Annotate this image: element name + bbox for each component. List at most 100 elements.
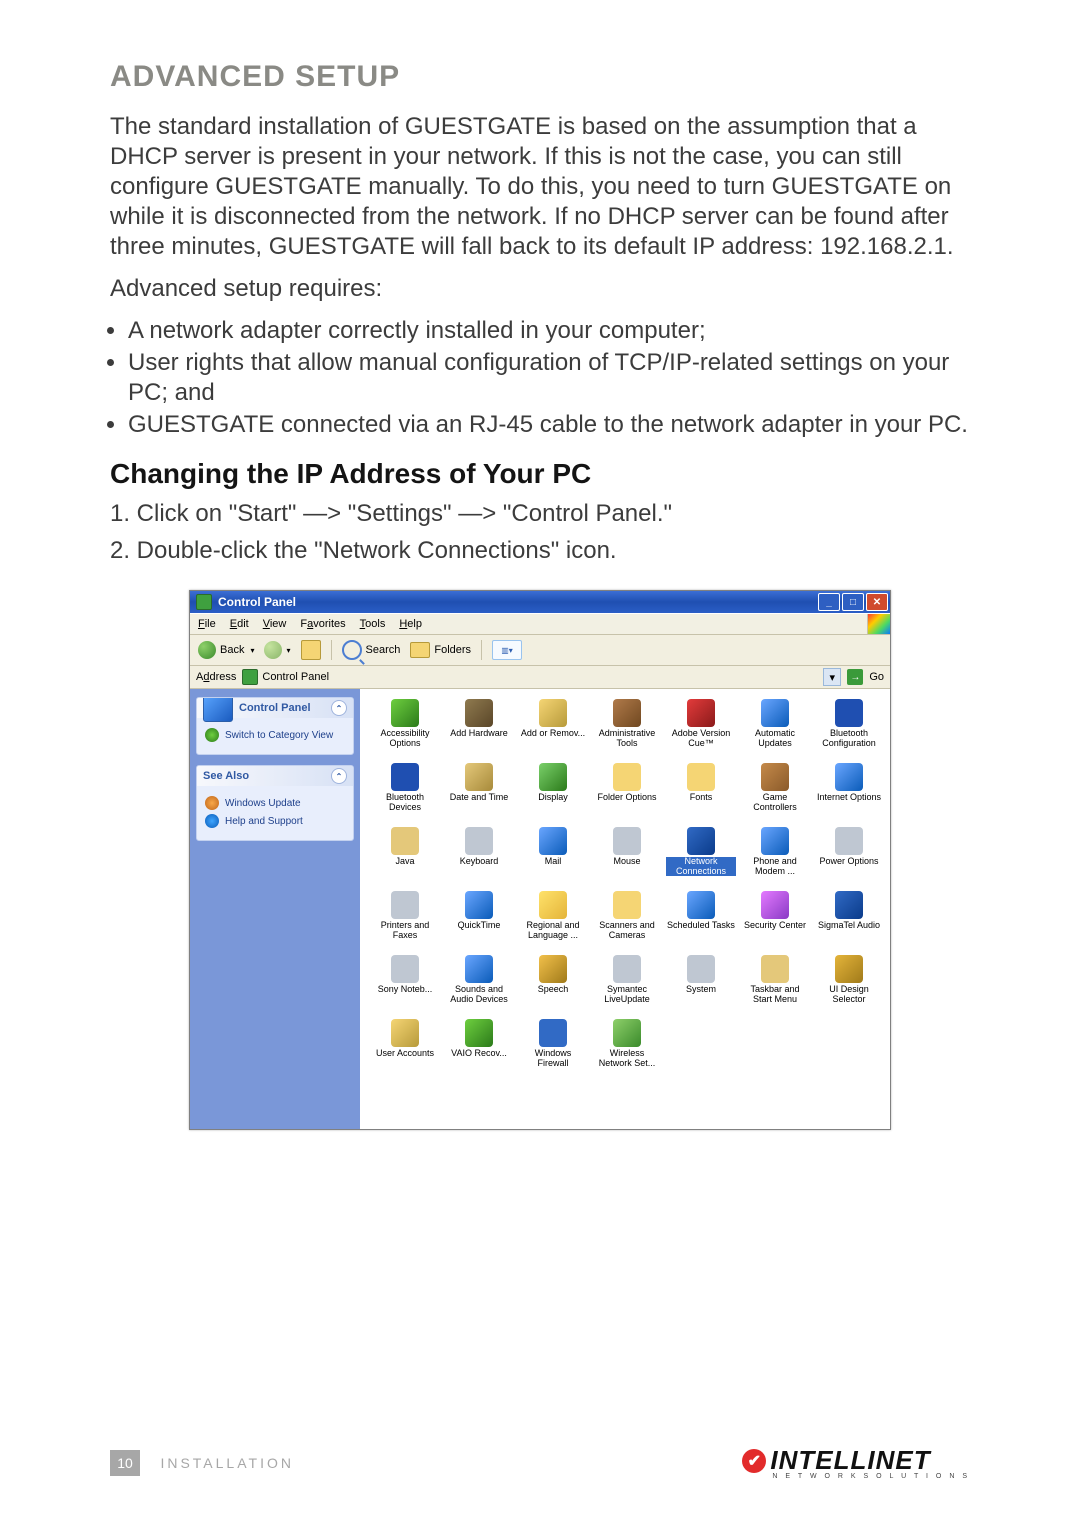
brand-subtitle: N E T W O R K S O L U T I O N S xyxy=(772,1473,970,1480)
cp-item-taskbar-and-start-menu[interactable]: Taskbar and Start Menu xyxy=(740,955,810,1013)
cp-item-automatic-updates[interactable]: Automatic Updates xyxy=(740,699,810,757)
windows-flag-icon xyxy=(867,614,890,634)
cp-item-regional-and-language[interactable]: Regional and Language ... xyxy=(518,891,588,949)
cp-item-add-or-remov[interactable]: Add or Remov... xyxy=(518,699,588,757)
cp-item-quicktime[interactable]: QuickTime xyxy=(444,891,514,949)
cp-item-icon xyxy=(613,827,641,855)
sidebar-panel2-title: See Also xyxy=(203,770,249,782)
menu-file[interactable]: File xyxy=(198,618,216,630)
cp-item-accessibility-options[interactable]: Accessibility Options xyxy=(370,699,440,757)
address-dropdown[interactable]: ▾ xyxy=(823,668,841,686)
cp-item-label: Sony Noteb... xyxy=(378,985,433,994)
close-button[interactable]: ✕ xyxy=(866,593,888,611)
go-button[interactable]: → xyxy=(847,669,863,685)
maximize-button[interactable]: □ xyxy=(842,593,864,611)
cp-item-scheduled-tasks[interactable]: Scheduled Tasks xyxy=(666,891,736,949)
cp-item-internet-options[interactable]: Internet Options xyxy=(814,763,884,821)
cp-item-sony-noteb[interactable]: Sony Noteb... xyxy=(370,955,440,1013)
cp-item-scanners-and-cameras[interactable]: Scanners and Cameras xyxy=(592,891,662,949)
cp-item-icon xyxy=(539,955,567,983)
intro-text: The standard installation of GUESTGATE i… xyxy=(110,112,970,262)
window-title: Control Panel xyxy=(218,595,296,609)
cp-item-sounds-and-audio-devices[interactable]: Sounds and Audio Devices xyxy=(444,955,514,1013)
cp-item-game-controllers[interactable]: Game Controllers xyxy=(740,763,810,821)
cp-item-network-connections[interactable]: Network Connections xyxy=(666,827,736,885)
cp-item-user-accounts[interactable]: User Accounts xyxy=(370,1019,440,1077)
cp-item-administrative-tools[interactable]: Administrative Tools xyxy=(592,699,662,757)
cp-item-label: User Accounts xyxy=(376,1049,434,1058)
cp-item-icon xyxy=(465,955,493,983)
cp-item-ui-design-selector[interactable]: UI Design Selector xyxy=(814,955,884,1013)
step-text: 1. Click on "Start" —> "Settings" —> "Co… xyxy=(110,498,970,529)
cp-item-label: Display xyxy=(538,793,568,802)
cp-item-mail[interactable]: Mail xyxy=(518,827,588,885)
collapse-icon[interactable]: ⌃ xyxy=(331,768,347,784)
cp-item-sigmatel-audio[interactable]: SigmaTel Audio xyxy=(814,891,884,949)
cp-item-icon xyxy=(613,699,641,727)
cp-item-vaio-recov[interactable]: VAIO Recov... xyxy=(444,1019,514,1077)
cp-item-icon xyxy=(391,699,419,727)
cp-item-keyboard[interactable]: Keyboard xyxy=(444,827,514,885)
cp-item-folder-options[interactable]: Folder Options xyxy=(592,763,662,821)
up-button[interactable] xyxy=(301,640,321,660)
cp-item-label: Add Hardware xyxy=(450,729,508,738)
control-panel-icon xyxy=(196,594,212,610)
cp-item-system[interactable]: System xyxy=(666,955,736,1013)
cp-item-security-center[interactable]: Security Center xyxy=(740,891,810,949)
forward-button[interactable]: ▾ xyxy=(264,641,290,659)
cp-item-adobe-version-cue[interactable]: Adobe Version Cue™ xyxy=(666,699,736,757)
minimize-button[interactable]: _ xyxy=(818,593,840,611)
cp-item-label: Phone and Modem ... xyxy=(741,857,809,876)
cp-item-icon xyxy=(391,1019,419,1047)
cp-item-symantec-liveupdate[interactable]: Symantec LiveUpdate xyxy=(592,955,662,1013)
control-panel-head-icon xyxy=(203,697,233,722)
back-button[interactable]: Back▾ xyxy=(198,641,254,659)
help-support-link[interactable]: Help and Support xyxy=(205,814,345,828)
cp-item-windows-firewall[interactable]: Windows Firewall xyxy=(518,1019,588,1077)
section-title: ADVANCED SETUP xyxy=(110,60,970,94)
cp-item-icon xyxy=(761,763,789,791)
address-field[interactable]: Control Panel xyxy=(242,669,329,685)
footer-left: 10 INSTALLATION xyxy=(110,1450,294,1476)
menu-help[interactable]: Help xyxy=(399,618,422,630)
cp-item-display[interactable]: Display xyxy=(518,763,588,821)
cp-item-icon xyxy=(539,891,567,919)
menubar: File Edit View Favorites Tools Help xyxy=(190,613,890,635)
address-bar: Address Control Panel ▾ → Go xyxy=(190,666,890,689)
cp-item-icon xyxy=(761,699,789,727)
cp-item-label: Regional and Language ... xyxy=(519,921,587,940)
cp-item-icon xyxy=(687,891,715,919)
cp-item-mouse[interactable]: Mouse xyxy=(592,827,662,885)
windows-update-link[interactable]: Windows Update xyxy=(205,796,345,810)
cp-item-printers-and-faxes[interactable]: Printers and Faxes xyxy=(370,891,440,949)
cp-item-fonts[interactable]: Fonts xyxy=(666,763,736,821)
cp-item-wireless-network-set[interactable]: Wireless Network Set... xyxy=(592,1019,662,1077)
cp-item-phone-and-modem[interactable]: Phone and Modem ... xyxy=(740,827,810,885)
menu-tools[interactable]: Tools xyxy=(360,618,386,630)
folders-button[interactable]: Folders xyxy=(410,642,471,658)
cp-item-icon xyxy=(761,891,789,919)
cp-item-bluetooth-devices[interactable]: Bluetooth Devices xyxy=(370,763,440,821)
collapse-icon[interactable]: ⌃ xyxy=(331,700,347,716)
cp-item-label: Network Connections xyxy=(666,857,736,876)
cp-item-bluetooth-configuration[interactable]: Bluetooth Configuration xyxy=(814,699,884,757)
cp-item-add-hardware[interactable]: Add Hardware xyxy=(444,699,514,757)
cp-item-icon xyxy=(539,699,567,727)
sidebar-panel-control-panel: Control Panel ⌃ Switch to Category View xyxy=(196,697,354,755)
views-button[interactable]: ▥▾ xyxy=(492,640,522,660)
cp-item-date-and-time[interactable]: Date and Time xyxy=(444,763,514,821)
cp-item-java[interactable]: Java xyxy=(370,827,440,885)
cp-item-power-options[interactable]: Power Options xyxy=(814,827,884,885)
menu-edit[interactable]: Edit xyxy=(230,618,249,630)
cp-item-icon xyxy=(835,763,863,791)
menu-view[interactable]: View xyxy=(263,618,287,630)
cp-item-label: Printers and Faxes xyxy=(371,921,439,940)
cp-item-label: UI Design Selector xyxy=(815,985,883,1004)
cp-item-icon xyxy=(465,699,493,727)
address-value: Control Panel xyxy=(262,671,329,683)
brand-name: INTELLINET xyxy=(770,1445,930,1476)
menu-favorites[interactable]: Favorites xyxy=(300,618,345,630)
switch-category-view-link[interactable]: Switch to Category View xyxy=(205,728,345,742)
search-button[interactable]: Search xyxy=(342,640,401,660)
cp-item-speech[interactable]: Speech xyxy=(518,955,588,1013)
